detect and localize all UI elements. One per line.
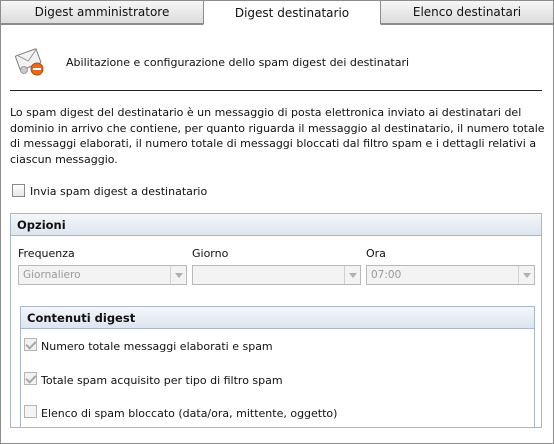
spam-by-filter-checkbox[interactable] — [24, 372, 37, 385]
blocked-spam-list-label: Elenco di spam bloccato (data/ora, mitte… — [41, 407, 338, 420]
total-processed-label: Numero totale messaggi elaborati e spam — [41, 340, 273, 353]
frequency-value: Giornaliero — [23, 269, 81, 281]
page-title: Abilitazione e configurazione dello spam… — [66, 56, 410, 69]
description-text: Lo spam digest del destinatario è un mes… — [10, 106, 545, 166]
day-select[interactable] — [192, 265, 361, 285]
day-label: Giorno — [192, 247, 229, 260]
tab-recipient-list[interactable]: Elenco destinatari — [380, 0, 554, 24]
time-select[interactable]: 07:00 — [366, 265, 535, 285]
time-value: 07:00 — [371, 269, 402, 281]
time-label: Ora — [366, 247, 386, 260]
digest-contents-title: Contenuti digest — [21, 307, 534, 329]
chevron-down-icon — [344, 266, 360, 284]
options-group-title: Opzioni — [11, 214, 541, 236]
blocked-spam-list-checkbox[interactable] — [24, 405, 37, 418]
tab-bar: Digest amministratore Elenco destinatari… — [0, 0, 554, 25]
total-processed-checkbox[interactable] — [24, 338, 37, 351]
mail-settings-icon — [14, 44, 48, 78]
enable-digest-label: Invia spam digest a destinatario — [30, 185, 208, 198]
chevron-down-icon — [518, 266, 534, 284]
tab-recipient-digest[interactable]: Digest destinatario — [203, 0, 381, 25]
header-divider — [10, 90, 542, 91]
frequency-label: Frequenza — [18, 247, 75, 260]
spam-by-filter-label: Totale spam acquisito per tipo di filtro… — [41, 374, 283, 387]
enable-digest-checkbox[interactable] — [12, 184, 25, 197]
chevron-down-icon — [170, 266, 186, 284]
frequency-select[interactable]: Giornaliero — [18, 265, 187, 285]
tab-admin-digest[interactable]: Digest amministratore — [0, 0, 204, 24]
